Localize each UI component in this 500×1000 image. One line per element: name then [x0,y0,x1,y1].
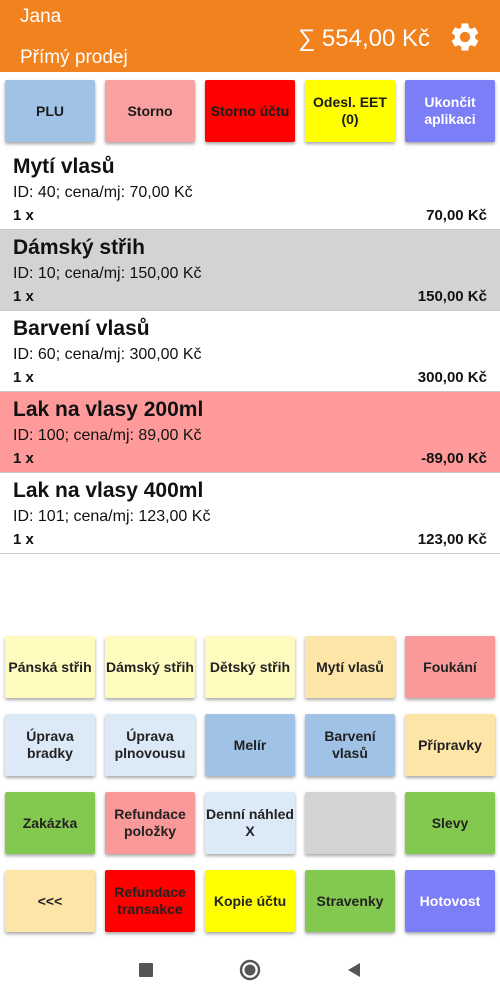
myti-vlasu-button[interactable]: Mytí vlasů [305,636,395,698]
item-info: ID: 10; cena/mj: 150,00 Kč [13,265,202,282]
pripravky-button[interactable]: Přípravky [405,714,495,776]
toolbar: PLU Storno Storno účtu Odesl. EET (0) Uk… [0,72,500,148]
item-quantity: 1 x [13,369,34,386]
slevy-button[interactable]: Slevy [405,792,495,854]
denni-nahled-button[interactable]: Denní náhled X [205,792,295,854]
item-quantity: 1 x [13,207,34,224]
kopie-uctu-button[interactable]: Kopie účtu [205,870,295,932]
item-info: ID: 60; cena/mj: 300,00 Kč [13,346,202,363]
user-name: Jana [20,6,62,27]
list-item[interactable]: Mytí vlasů ID: 40; cena/mj: 70,00 Kč 1 x… [0,149,500,230]
sale-mode: Přímý prodej [20,47,128,68]
plu-button[interactable]: PLU [5,80,95,142]
empty-button[interactable] [305,792,395,854]
list-item[interactable]: Dámský střih ID: 10; cena/mj: 150,00 Kč … [0,230,500,311]
item-price: 150,00 Kč [417,288,487,305]
item-price: 70,00 Kč [426,207,487,224]
refundace-polozky-button[interactable]: Refundace položky [105,792,195,854]
storno-button[interactable]: Storno [105,80,195,142]
item-info: ID: 40; cena/mj: 70,00 Kč [13,184,193,201]
receipt-items-list: Mytí vlasů ID: 40; cena/mj: 70,00 Kč 1 x… [0,149,500,554]
item-quantity: 1 x [13,288,34,305]
item-name: Mytí vlasů [13,155,115,178]
melir-button[interactable]: Melír [205,714,295,776]
foukani-button[interactable]: Foukání [405,636,495,698]
list-item[interactable]: Barvení vlasů ID: 60; cena/mj: 300,00 Kč… [0,311,500,392]
system-nav-bar [0,940,500,1000]
list-item[interactable]: Lak na vlasy 400ml ID: 101; cena/mj: 123… [0,473,500,554]
gear-icon[interactable] [448,20,482,54]
item-price: 123,00 Kč [417,531,487,548]
item-price: -89,00 Kč [421,450,487,467]
home-icon[interactable] [238,958,262,982]
item-name: Barvení vlasů [13,317,150,340]
item-quantity: 1 x [13,531,34,548]
previous-page-button[interactable]: <<< [5,870,95,932]
list-item[interactable]: Lak na vlasy 200ml ID: 100; cena/mj: 89,… [0,392,500,473]
recent-apps-icon[interactable] [134,958,158,982]
receipt-total: ∑ 554,00 Kč [298,25,430,52]
item-info: ID: 100; cena/mj: 89,00 Kč [13,427,202,444]
back-icon[interactable] [342,958,366,982]
stravenky-button[interactable]: Stravenky [305,870,395,932]
hotovost-button[interactable]: Hotovost [405,870,495,932]
item-name: Lak na vlasy 200ml [13,398,204,421]
damsky-strih-button[interactable]: Dámský střih [105,636,195,698]
item-info: ID: 101; cena/mj: 123,00 Kč [13,508,211,525]
pansky-strih-button[interactable]: Pánská střih [5,636,95,698]
item-quantity: 1 x [13,450,34,467]
send-eet-button[interactable]: Odesl. EET (0) [305,80,395,142]
app-header: Jana Přímý prodej ∑ 554,00 Kč [0,0,500,72]
uprava-plnovousu-button[interactable]: Úprava plnovousu [105,714,195,776]
uprava-bradky-button[interactable]: Úprava bradky [5,714,95,776]
refundace-transakce-button[interactable]: Refundace transakce [105,870,195,932]
barveni-vlasu-button[interactable]: Barvení vlasů [305,714,395,776]
exit-app-button[interactable]: Ukončit aplikaci [405,80,495,142]
detsky-strih-button[interactable]: Dětský střih [205,636,295,698]
item-name: Lak na vlasy 400ml [13,479,204,502]
zakazka-button[interactable]: Zakázka [5,792,95,854]
storno-uctu-button[interactable]: Storno účtu [205,80,295,142]
item-name: Dámský střih [13,236,145,259]
item-price: 300,00 Kč [417,369,487,386]
